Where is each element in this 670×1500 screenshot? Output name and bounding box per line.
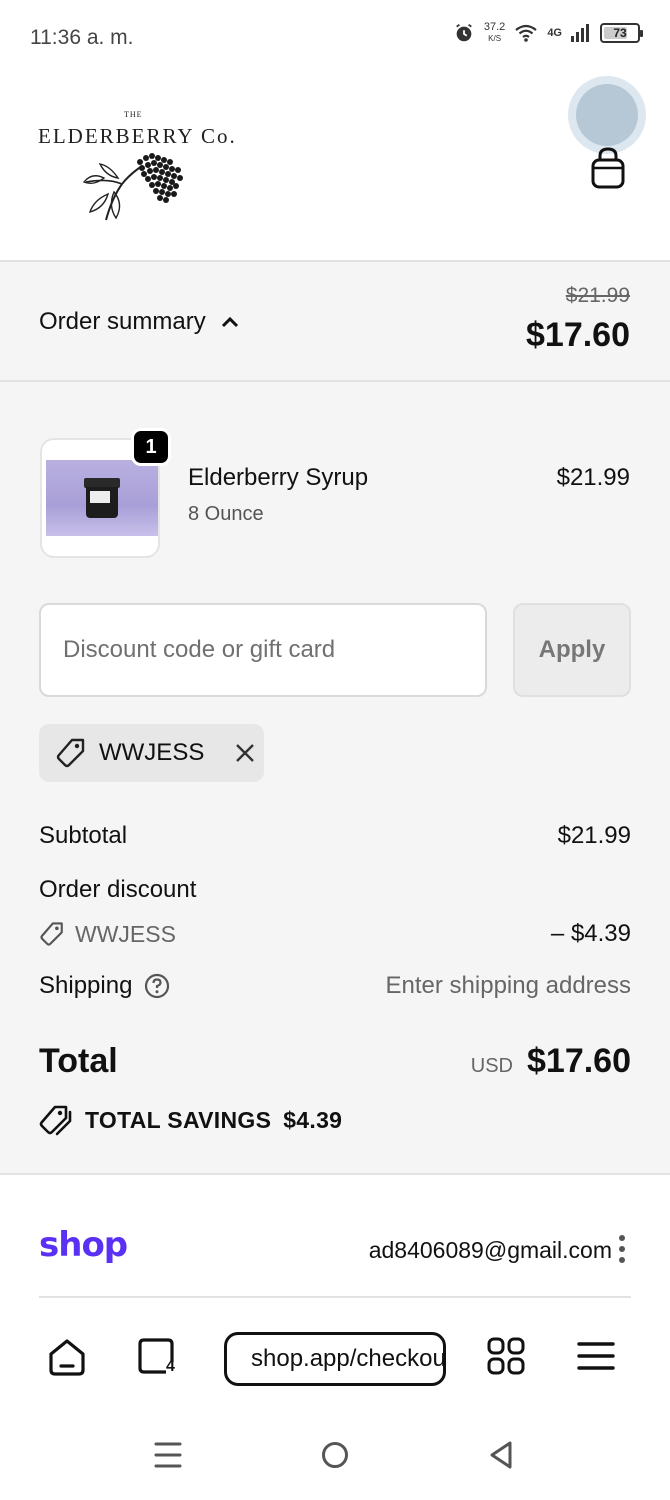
discount-code-row: WWJESS – $4.39: [39, 920, 631, 948]
savings-tag-icon: [39, 1105, 72, 1136]
cart-bag-icon[interactable]: [588, 146, 628, 190]
tabs-count: 4: [166, 1358, 175, 1375]
discount-amount: – $4.39: [550, 920, 631, 947]
shop-logo: shop: [39, 1225, 128, 1265]
shipping-row: Shipping Enter shipping address: [39, 972, 631, 1000]
syrup-jar-image: [84, 478, 120, 518]
network-speed-value: 37.2: [483, 21, 506, 33]
order-discount-row: Order discount: [39, 876, 631, 904]
tag-icon: [56, 738, 85, 768]
total-label: Total: [39, 1042, 118, 1080]
shipping-label: Shipping: [39, 972, 133, 999]
status-time: 11:36 a. m.: [30, 26, 134, 49]
network-type: 4G: [547, 27, 562, 39]
summary-total-price: $17.60: [526, 316, 630, 354]
elderberry-branch-icon: [82, 153, 183, 221]
hamburger-menu-icon[interactable]: [576, 1336, 616, 1376]
status-icons: 37.2 K/S 4G 73: [453, 22, 643, 44]
store-header: THE ELDERBERRY Co.: [0, 76, 670, 260]
applied-discount-code: WWJESS: [99, 739, 205, 766]
product-price: $21.99: [556, 464, 630, 491]
order-summary-toggle[interactable]: Order summary $21.99 $17.60: [0, 260, 670, 382]
apps-grid-icon[interactable]: [486, 1336, 526, 1376]
wifi-icon: [515, 24, 537, 42]
compare-at-price: $21.99: [565, 284, 630, 307]
total-savings-amount: $4.39: [283, 1106, 343, 1133]
battery-level: 73: [613, 26, 627, 40]
assistant-bubble[interactable]: [568, 76, 646, 154]
order-summary-panel: Elderberry Syrup 8 Ounce $21.99 Apply WW…: [0, 382, 670, 1175]
status-bar: 11:36 a. m. 37.2 K/S 4G 73: [0, 0, 670, 76]
shipping-value: Enter shipping address: [385, 972, 631, 999]
remove-discount-button[interactable]: [234, 742, 256, 764]
home-circle-icon[interactable]: [320, 1440, 350, 1470]
order-summary-label[interactable]: Order summary: [39, 308, 240, 336]
product-name: Elderberry Syrup: [188, 464, 369, 491]
signal-icon: [571, 24, 589, 42]
total-row: Total USD $17.60: [39, 1042, 631, 1081]
address-bar-url: shop.app/checkout: [251, 1345, 446, 1372]
subtotal-value: $21.99: [557, 822, 631, 849]
tag-icon: [40, 922, 63, 946]
apply-discount-button[interactable]: Apply: [513, 603, 631, 697]
store-logo[interactable]: THE ELDERBERRY Co.: [38, 110, 237, 222]
chevron-up-icon: [221, 316, 238, 328]
network-speed: 37.2 K/S: [484, 22, 505, 44]
battery-indicator: 73: [600, 23, 643, 43]
back-icon[interactable]: [488, 1440, 514, 1470]
home-icon[interactable]: [46, 1336, 88, 1378]
total-amount: $17.60: [527, 1042, 631, 1080]
system-nav-bar: [0, 1410, 670, 1500]
more-options-icon[interactable]: [618, 1235, 626, 1263]
browser-toolbar: 4 shop.app/checkout: [0, 1298, 670, 1410]
recent-apps-icon[interactable]: [154, 1440, 182, 1470]
applied-discount-chip: WWJESS: [39, 724, 264, 782]
address-bar[interactable]: shop.app/checkout: [224, 1332, 446, 1386]
order-discount-label: Order discount: [39, 876, 197, 903]
help-icon[interactable]: [144, 973, 170, 999]
subtotal-label: Subtotal: [39, 822, 128, 849]
close-icon: [236, 744, 255, 762]
alarm-icon: [456, 23, 472, 42]
quantity-badge: 1: [131, 428, 171, 466]
discount-code-input[interactable]: [39, 603, 487, 697]
discount-code-text: WWJESS: [75, 920, 176, 947]
logo-name-text: ELDERBERRY Co.: [38, 124, 237, 148]
order-summary-text: Order summary: [39, 308, 206, 335]
subtotal-row: Subtotal $21.99: [39, 822, 631, 850]
total-savings-row: TOTAL SAVINGS $4.39: [39, 1104, 342, 1136]
logo-the-text: THE: [124, 110, 143, 119]
shop-account-email: ad8406089@gmail.com: [368, 1237, 612, 1263]
total-currency: USD: [470, 1055, 513, 1077]
product-variant: 8 Ounce: [188, 503, 264, 525]
total-savings-label: TOTAL SAVINGS: [85, 1106, 272, 1133]
network-speed-unit: K/S: [488, 34, 502, 43]
shop-account-row: shop ad8406089@gmail.com: [0, 1175, 670, 1298]
